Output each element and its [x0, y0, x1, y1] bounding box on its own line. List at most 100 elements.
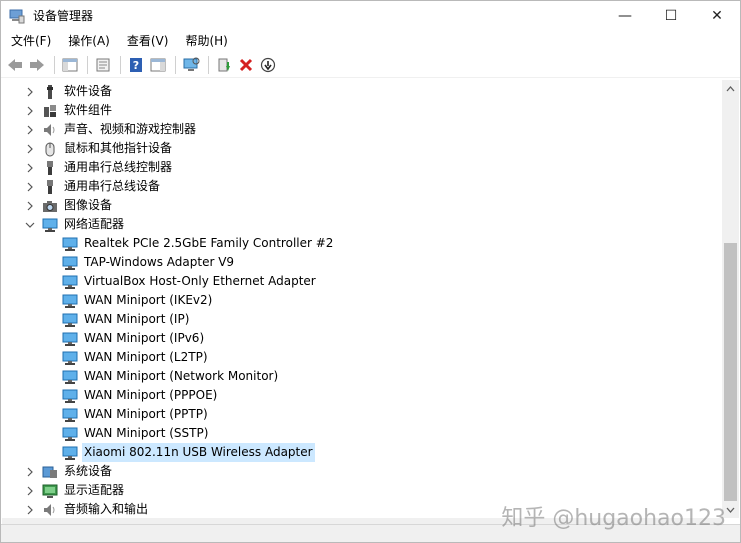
- mouse-icon: [42, 141, 58, 157]
- tree-category-label: 通用串行总线设备: [64, 179, 161, 193]
- update-driver-icon[interactable]: [214, 55, 234, 75]
- tree-device-item[interactable]: WAN Miniport (IPv6): [58, 329, 206, 348]
- toolbar-separator: [208, 56, 209, 74]
- tree-device-label: TAP-Windows Adapter V9: [84, 255, 235, 269]
- chevron-down-icon[interactable]: [22, 215, 38, 234]
- toolbar-separator: [54, 56, 55, 74]
- tree-device-label: WAN Miniport (L2TP): [84, 350, 208, 364]
- properties-icon[interactable]: [93, 55, 113, 75]
- chevron-right-icon[interactable]: [22, 158, 38, 177]
- network-adapter-icon: [62, 369, 78, 385]
- disable-device-icon[interactable]: [258, 55, 278, 75]
- tree-category-label: 显示适配器: [64, 483, 125, 497]
- scroll-up-icon[interactable]: [722, 80, 739, 97]
- network-adapter-icon: [62, 331, 78, 347]
- network-adapter-icon: [62, 274, 78, 290]
- network-adapter-icon: [42, 217, 58, 233]
- tree-category-usb-controllers[interactable]: 通用串行总线控制器: [22, 158, 174, 177]
- tree-category-usb-devices[interactable]: 通用串行总线设备: [22, 177, 162, 196]
- menu-action[interactable]: 操作(A): [58, 31, 117, 52]
- minimize-button[interactable]: —: [602, 1, 648, 30]
- vertical-scrollbar[interactable]: [722, 80, 739, 518]
- tree-device-item[interactable]: WAN Miniport (L2TP): [58, 348, 210, 367]
- tree-device-item[interactable]: WAN Miniport (PPTP): [58, 405, 210, 424]
- tree-device-label: WAN Miniport (Network Monitor): [84, 369, 279, 383]
- tree-device-label: WAN Miniport (PPPOE): [84, 388, 218, 402]
- tree-category-label: 通用串行总线控制器: [64, 160, 173, 174]
- menu-view[interactable]: 查看(V): [117, 31, 176, 52]
- tree-category-sound-video-game[interactable]: 声音、视频和游戏控制器: [22, 120, 198, 139]
- device-manager-app-icon: [9, 8, 25, 24]
- menu-bar: 文件(F) 操作(A) 查看(V) 帮助(H): [1, 31, 740, 52]
- svg-text:?: ?: [133, 59, 139, 72]
- tree-category-label: 网络适配器: [64, 217, 125, 231]
- tree-device-item[interactable]: TAP-Windows Adapter V9: [58, 253, 236, 272]
- device-tree: 软件设备 软件组件 声音、视频和游戏控制器 鼠标和其他指针设备 通用串行总线控制…: [2, 80, 722, 518]
- window-controls: — ☐ ✕: [602, 1, 740, 30]
- tree-device-item[interactable]: WAN Miniport (SSTP): [58, 424, 210, 443]
- help-icon[interactable]: ?: [126, 55, 146, 75]
- chevron-right-icon[interactable]: [22, 82, 38, 101]
- tree-category-network-adapters[interactable]: 网络适配器: [22, 215, 126, 234]
- toolbar-separator: [120, 56, 121, 74]
- tree-device-item[interactable]: WAN Miniport (Network Monitor): [58, 367, 280, 386]
- network-adapter-icon: [62, 312, 78, 328]
- tree-device-label: Xiaomi 802.11n USB Wireless Adapter: [82, 443, 315, 462]
- tree-device-label: WAN Miniport (PPTP): [84, 407, 208, 421]
- tree-category-label: 音频输入和输出: [64, 502, 149, 516]
- toolbar: ?: [1, 53, 740, 78]
- chevron-right-icon[interactable]: [22, 120, 38, 139]
- software-device-icon: [42, 84, 58, 100]
- tree-device-item[interactable]: VirtualBox Host-Only Ethernet Adapter: [58, 272, 318, 291]
- device-manager-window: 设备管理器 — ☐ ✕ 文件(F) 操作(A) 查看(V) 帮助(H) ? 软件…: [0, 0, 741, 543]
- speaker-icon: [42, 502, 58, 518]
- chevron-right-icon[interactable]: [22, 500, 38, 518]
- tree-category-mice[interactable]: 鼠标和其他指针设备: [22, 139, 174, 158]
- tree-device-item[interactable]: WAN Miniport (IKEv2): [58, 291, 214, 310]
- tree-category-audio-io[interactable]: 音频输入和输出: [22, 500, 150, 518]
- tree-device-label: WAN Miniport (IPv6): [84, 331, 205, 345]
- watermark: 知乎 @hugaohao123: [501, 506, 726, 531]
- uninstall-icon[interactable]: [236, 55, 256, 75]
- tree-category-imaging-devices[interactable]: 图像设备: [22, 196, 114, 215]
- tree-category-system-devices[interactable]: 系统设备: [22, 462, 114, 481]
- tree-category-label: 系统设备: [64, 464, 113, 478]
- tree-category-label: 图像设备: [64, 198, 113, 212]
- usb-icon: [42, 179, 58, 195]
- tree-category-display-adapters[interactable]: 显示适配器: [22, 481, 126, 500]
- tree-category-software-devices[interactable]: 软件设备: [22, 82, 114, 101]
- menu-help[interactable]: 帮助(H): [175, 31, 234, 52]
- scrollbar-thumb[interactable]: [724, 243, 737, 501]
- forward-icon[interactable]: [27, 55, 47, 75]
- tree-device-item[interactable]: WAN Miniport (PPPOE): [58, 386, 219, 405]
- system-device-icon: [42, 464, 58, 480]
- tree-category-software-components[interactable]: 软件组件: [22, 101, 114, 120]
- tree-category-label: 软件设备: [64, 84, 113, 98]
- tree-device-item[interactable]: WAN Miniport (IP): [58, 310, 191, 329]
- window-title: 设备管理器: [33, 9, 94, 23]
- network-adapter-icon: [62, 445, 78, 461]
- toolbar-separator: [175, 56, 176, 74]
- tree-category-label: 鼠标和其他指针设备: [64, 141, 173, 155]
- chevron-right-icon[interactable]: [22, 481, 38, 500]
- chevron-right-icon[interactable]: [22, 177, 38, 196]
- action-pane-icon[interactable]: [148, 55, 168, 75]
- tree-device-label: WAN Miniport (IKEv2): [84, 293, 213, 307]
- chevron-right-icon[interactable]: [22, 139, 38, 158]
- chevron-right-icon[interactable]: [22, 462, 38, 481]
- speaker-icon: [42, 122, 58, 138]
- close-button[interactable]: ✕: [694, 1, 740, 30]
- tree-device-label: WAN Miniport (IP): [84, 312, 190, 326]
- network-adapter-icon: [62, 388, 78, 404]
- tree-device-item-selected[interactable]: Xiaomi 802.11n USB Wireless Adapter: [58, 443, 315, 462]
- back-icon[interactable]: [5, 55, 25, 75]
- chevron-right-icon[interactable]: [22, 101, 38, 120]
- chevron-right-icon[interactable]: [22, 196, 38, 215]
- console-tree-icon[interactable]: [60, 55, 80, 75]
- tree-device-label: Realtek PCIe 2.5GbE Family Controller #2: [84, 236, 334, 250]
- scan-hardware-icon[interactable]: [181, 55, 201, 75]
- menu-file[interactable]: 文件(F): [1, 31, 58, 52]
- network-adapter-icon: [62, 350, 78, 366]
- tree-device-item[interactable]: Realtek PCIe 2.5GbE Family Controller #2: [58, 234, 335, 253]
- maximize-button[interactable]: ☐: [648, 1, 694, 30]
